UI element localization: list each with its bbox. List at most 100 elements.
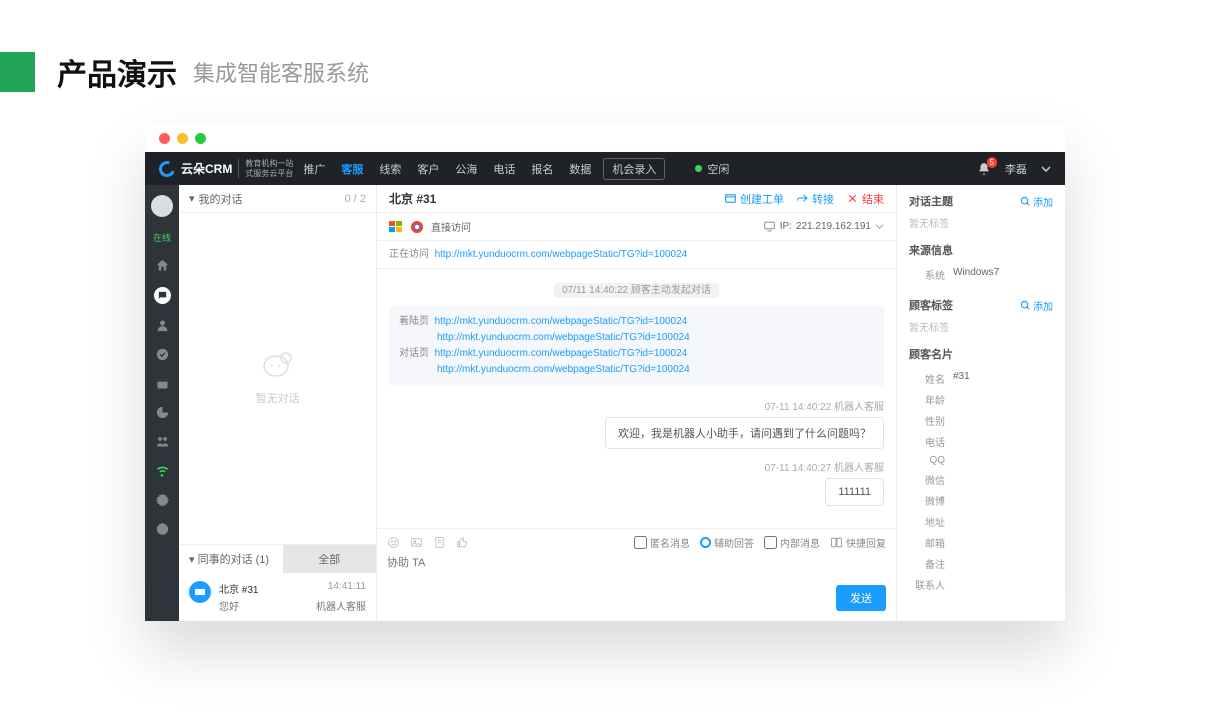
top-nav: 云朵CRM 教育机构一站式服务云平台 推广 客服 线索 客户 公海 电话 报名 … xyxy=(145,152,1065,185)
browser-icon xyxy=(189,581,211,603)
conv-agent: 机器人客服 xyxy=(316,598,366,613)
message-time: 07-11 14:40:22 机器人客服 xyxy=(389,398,884,413)
user-avatar[interactable] xyxy=(151,195,173,217)
chevron-down-icon xyxy=(875,222,884,231)
visitor-info-bar: 直接访问 IP: 221.219.162.191 xyxy=(377,213,896,241)
send-button[interactable]: 发送 xyxy=(836,585,886,611)
message-bubble: 欢迎，我是机器人小助手，请问遇到了什么问题吗？ xyxy=(605,417,884,449)
notifications-button[interactable]: 5 xyxy=(977,162,991,176)
online-status-label: 在线 xyxy=(153,231,171,244)
image-icon[interactable] xyxy=(410,536,423,549)
chat-header: 北京 #31 创建工单 转接 结束 xyxy=(377,185,896,213)
message-input[interactable] xyxy=(387,554,886,582)
nav-item-service[interactable]: 客服 xyxy=(341,161,363,177)
team-icon[interactable] xyxy=(155,434,170,449)
status-dot-icon xyxy=(695,165,702,172)
window-titlebar xyxy=(145,124,1065,152)
app-window: 云朵CRM 教育机构一站式服务云平台 推广 客服 线索 客户 公海 电话 报名 … xyxy=(145,124,1065,621)
conv-time: 14:41:11 xyxy=(328,581,366,596)
window-minimize-icon[interactable] xyxy=(177,133,188,144)
card-name-value: #31 xyxy=(953,371,970,386)
colleague-tabs: ▾ 同事的对话 (1) 全部 xyxy=(179,544,376,573)
wifi-icon[interactable] xyxy=(155,463,170,478)
tab-colleague-conv[interactable]: ▾ 同事的对话 (1) xyxy=(179,544,283,573)
brand-name: 云朵CRM xyxy=(181,160,232,177)
chrome-icon xyxy=(411,221,423,233)
system-value: Windows7 xyxy=(953,267,999,282)
chat-session-meta: 07/11 14:40:22 顾客主动发起对话 xyxy=(389,281,884,296)
chat-icon[interactable] xyxy=(154,287,171,304)
add-tag-button[interactable]: 添加 xyxy=(1020,297,1053,313)
message-time: 07-11 14:40:27 机器人客服 xyxy=(389,459,884,474)
slide-title: 产品演示 xyxy=(57,50,177,94)
chevron-down-icon[interactable] xyxy=(1041,164,1051,174)
chat-message: 07-11 14:40:27 机器人客服 111111 xyxy=(389,459,884,506)
agent-status[interactable]: 空闲 xyxy=(695,161,729,177)
add-topic-button[interactable]: 添加 xyxy=(1020,193,1053,209)
visit-type-label: 直接访问 xyxy=(431,219,471,234)
create-ticket-button[interactable]: 创建工单 xyxy=(724,191,784,207)
user-icon[interactable] xyxy=(155,318,170,333)
landing-url-link[interactable]: http://mkt.yunduocrm.com/webpageStatic/T… xyxy=(437,332,690,343)
chat-messages[interactable]: 07/11 14:40:22 顾客主动发起对话 着陆页 http://mkt.y… xyxy=(377,269,896,528)
home-icon[interactable] xyxy=(155,258,170,273)
attachment-icon[interactable] xyxy=(433,536,446,549)
visiting-url-row: 正在访问 http://mkt.yunduocrm.com/webpageSta… xyxy=(377,241,896,269)
accent-bar xyxy=(0,52,35,92)
page-info-card: 着陆页 http://mkt.yunduocrm.com/webpageStat… xyxy=(389,306,884,386)
my-conversations-header[interactable]: ▾ 我的对话 0 / 2 xyxy=(179,185,376,213)
ip-display[interactable]: IP: 221.219.162.191 xyxy=(763,220,884,233)
window-maximize-icon[interactable] xyxy=(195,133,206,144)
chat-title: 北京 #31 xyxy=(389,190,436,207)
end-chat-button[interactable]: 结束 xyxy=(846,191,884,207)
check-icon[interactable] xyxy=(155,347,170,362)
landing-url-link[interactable]: http://mkt.yunduocrm.com/webpageStatic/T… xyxy=(435,316,688,327)
window-close-icon[interactable] xyxy=(159,133,170,144)
card-title: 顾客名片 xyxy=(909,346,953,362)
nav-items: 推广 客服 线索 客户 公海 电话 报名 数据 xyxy=(303,161,591,177)
nav-item-phone[interactable]: 电话 xyxy=(493,161,515,177)
my-conv-count: 0 / 2 xyxy=(345,193,366,205)
tab-all[interactable]: 全部 xyxy=(283,544,377,573)
nav-item-data[interactable]: 数据 xyxy=(569,161,591,177)
nav-item-enroll[interactable]: 报名 xyxy=(531,161,553,177)
assist-toggle[interactable]: 辅助回答 xyxy=(700,535,754,550)
no-tags-label: 暂无标签 xyxy=(909,215,1053,230)
compose-area: 匿名消息 辅助回答 内部消息 快捷回复 发送 xyxy=(377,528,896,621)
tags-title: 顾客标签 xyxy=(909,297,953,313)
chart-icon[interactable] xyxy=(155,405,170,420)
conv-name: 北京 #31 xyxy=(219,581,258,596)
slide-subtitle: 集成智能客服系统 xyxy=(193,56,369,88)
nav-item-customers[interactable]: 客户 xyxy=(417,161,439,177)
anonymous-checkbox[interactable]: 匿名消息 xyxy=(634,535,690,550)
record-opportunity-button[interactable]: 机会录入 xyxy=(603,158,665,180)
message-bubble: 111111 xyxy=(825,478,884,506)
app-body: 在线 ▾ 我的对话 0 / 2 暂无对话 ▾ 同事的对话 (1) 全 xyxy=(145,185,1065,621)
brand-tagline: 教育机构一站式服务云平台 xyxy=(238,159,293,178)
nav-item-promo[interactable]: 推广 xyxy=(303,161,325,177)
windows-icon xyxy=(389,221,403,233)
side-iconbar: 在线 xyxy=(145,185,179,621)
conversation-item[interactable]: 北京 #3114:41:11 您好机器人客服 xyxy=(179,573,376,621)
source-title: 来源信息 xyxy=(909,242,953,258)
notification-badge: 5 xyxy=(987,157,997,168)
emoji-icon[interactable] xyxy=(387,536,400,549)
power-icon[interactable] xyxy=(155,521,170,536)
gear-icon[interactable] xyxy=(155,492,170,507)
current-user[interactable]: 李磊 xyxy=(1005,161,1027,177)
conversation-panel: ▾ 我的对话 0 / 2 暂无对话 ▾ 同事的对话 (1) 全部 北京 #311… xyxy=(179,185,377,621)
topic-title: 对话主题 xyxy=(909,193,953,209)
dialog-url-link[interactable]: http://mkt.yunduocrm.com/webpageStatic/T… xyxy=(435,348,688,359)
details-panel: 对话主题添加 暂无标签 来源信息 系统Windows7 顾客标签添加 暂无标签 … xyxy=(897,185,1065,621)
nav-item-leads[interactable]: 线索 xyxy=(379,161,401,177)
brand-logo[interactable]: 云朵CRM 教育机构一站式服务云平台 xyxy=(159,159,293,178)
slide-header: 产品演示 集成智能客服系统 xyxy=(0,0,1210,124)
transfer-button[interactable]: 转接 xyxy=(796,191,834,207)
dialog-url-link[interactable]: http://mkt.yunduocrm.com/webpageStatic/T… xyxy=(437,364,690,375)
visiting-url-link[interactable]: http://mkt.yunduocrm.com/webpageStatic/T… xyxy=(435,249,688,260)
nav-item-pool[interactable]: 公海 xyxy=(455,161,477,177)
thumbs-up-icon[interactable] xyxy=(456,536,469,549)
internal-checkbox[interactable]: 内部消息 xyxy=(764,535,820,550)
quick-reply-button[interactable]: 快捷回复 xyxy=(830,535,886,550)
calendar-icon[interactable] xyxy=(155,376,170,391)
